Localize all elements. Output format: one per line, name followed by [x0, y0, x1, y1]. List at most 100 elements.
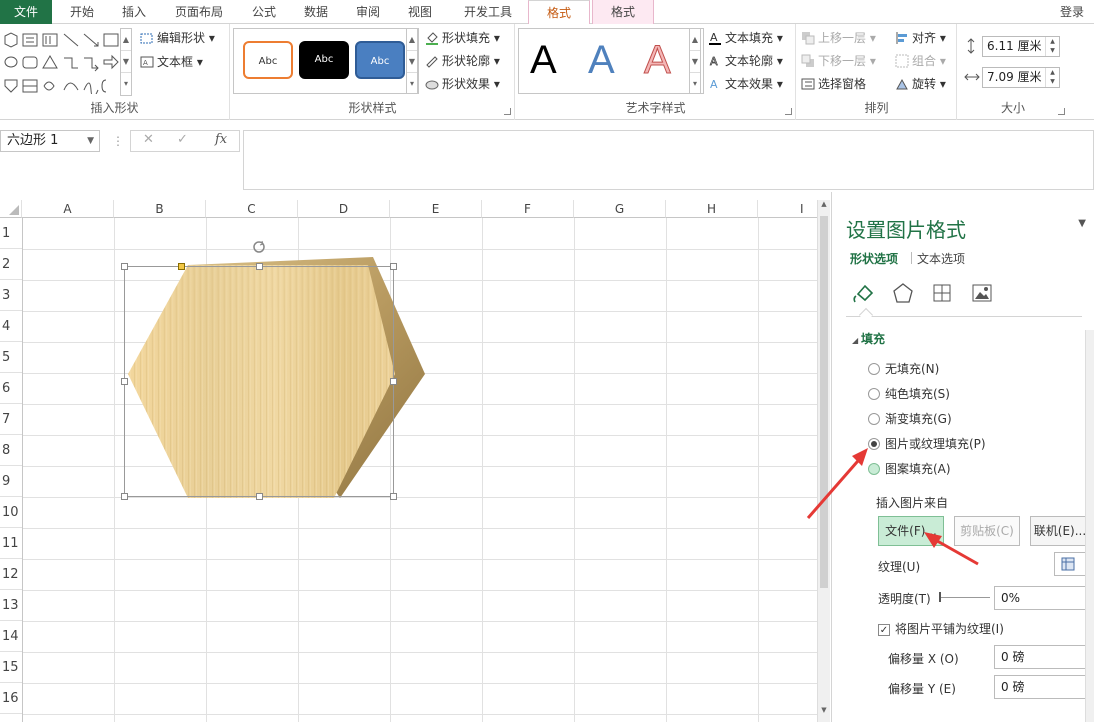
resize-handle[interactable]: [256, 263, 263, 270]
pane-scrollbar[interactable]: [1085, 330, 1094, 722]
edit-shape-button[interactable]: 编辑形状 ▾: [140, 28, 215, 48]
rotate-button[interactable]: 旋转 ▾: [895, 74, 946, 94]
resize-handle[interactable]: [390, 378, 397, 385]
style-swatch-blue[interactable]: Abc: [355, 41, 405, 79]
formula-input[interactable]: [243, 130, 1094, 190]
column-header[interactable]: B: [114, 200, 206, 218]
transparency-slider[interactable]: [940, 597, 990, 598]
row-header[interactable]: 2: [0, 249, 22, 280]
wordart-black[interactable]: A: [530, 38, 557, 83]
scroll-down-icon[interactable]: ▼: [818, 706, 830, 720]
select-all-corner[interactable]: [0, 200, 22, 218]
radio-gradient-fill[interactable]: 渐变填充(G): [868, 410, 952, 428]
resize-handle[interactable]: [256, 493, 263, 500]
adjust-handle[interactable]: [178, 263, 185, 270]
tab-format-drawing[interactable]: 格式: [528, 0, 590, 25]
transparency-slider-thumb[interactable]: [939, 592, 941, 602]
offset-y-input[interactable]: 0 磅: [994, 675, 1086, 699]
column-header[interactable]: D: [298, 200, 390, 218]
column-header[interactable]: E: [390, 200, 482, 218]
width-spinner[interactable]: ▲ ▼: [1045, 68, 1059, 87]
chevron-down-icon[interactable]: ▼: [87, 131, 94, 151]
texture-picker[interactable]: [1054, 552, 1088, 576]
rotate-handle-icon[interactable]: [251, 239, 267, 255]
worksheet-grid[interactable]: A B C D E F G H I 1 2 3 4 5 6 7 8 9 10 1…: [0, 200, 817, 722]
shape-gallery-scroll[interactable]: ▲ ▼ ▾: [120, 28, 132, 96]
column-header[interactable]: I: [758, 200, 817, 218]
radio-solid-fill[interactable]: 纯色填充(S): [868, 385, 950, 403]
row-header[interactable]: 10: [0, 497, 22, 528]
resize-handle[interactable]: [121, 263, 128, 270]
size-launcher-icon[interactable]: [1058, 108, 1065, 115]
tab-review[interactable]: 审阅: [346, 0, 390, 24]
row-header[interactable]: 14: [0, 621, 22, 652]
tab-text-options[interactable]: 文本选项: [917, 250, 965, 267]
resize-handle[interactable]: [390, 493, 397, 500]
row-header[interactable]: 6: [0, 373, 22, 404]
row-header[interactable]: 15: [0, 652, 22, 683]
align-button[interactable]: 对齐 ▾: [895, 28, 946, 48]
text-effects-button[interactable]: A 文本效果 ▾: [708, 74, 783, 94]
row-header[interactable]: 3: [0, 280, 22, 311]
send-backward-button[interactable]: 下移一层 ▾: [801, 51, 876, 71]
tab-file[interactable]: 文件: [0, 0, 52, 24]
column-header[interactable]: F: [482, 200, 574, 218]
picture-icon[interactable]: [971, 282, 993, 304]
style-gallery-scroll[interactable]: ▲ ▼ ▾: [406, 28, 418, 94]
style-swatch-orange-outline[interactable]: Abc: [243, 41, 293, 79]
offset-x-input[interactable]: 0 磅: [994, 645, 1086, 669]
insert-function-icon[interactable]: fx: [215, 132, 227, 147]
column-header[interactable]: A: [22, 200, 114, 218]
column-header[interactable]: C: [206, 200, 298, 218]
text-box-button[interactable]: A 文本框 ▾: [140, 52, 203, 72]
row-header[interactable]: 16: [0, 683, 22, 714]
shape-height-input[interactable]: 6.11 厘米 ▲ ▼: [982, 36, 1060, 57]
row-header[interactable]: 13: [0, 590, 22, 621]
tile-checkbox[interactable]: ✓ 将图片平铺为纹理(I): [878, 620, 1004, 637]
pane-options-icon[interactable]: ▼: [1078, 218, 1086, 229]
row-header[interactable]: 1: [0, 218, 22, 249]
transparency-input[interactable]: 0%: [994, 586, 1086, 610]
group-objects-button[interactable]: 组合 ▾: [895, 51, 946, 71]
shape-fill-button[interactable]: 形状填充 ▾: [425, 28, 500, 48]
radio-no-fill[interactable]: 无填充(N): [868, 360, 939, 378]
row-header[interactable]: 8: [0, 435, 22, 466]
wordart-launcher-icon[interactable]: [785, 108, 792, 115]
tab-shape-options[interactable]: 形状选项: [850, 250, 898, 267]
wordart-gallery-scroll[interactable]: ▲ ▼ ▾: [689, 28, 701, 94]
row-header[interactable]: 7: [0, 404, 22, 435]
tab-insert[interactable]: 插入: [112, 0, 156, 24]
scroll-up-icon[interactable]: ▲: [818, 200, 830, 214]
bring-forward-button[interactable]: 上移一层 ▾: [801, 28, 876, 48]
row-header[interactable]: 12: [0, 559, 22, 590]
text-fill-button[interactable]: A 文本填充 ▾: [708, 28, 783, 48]
fill-line-icon[interactable]: [852, 282, 876, 304]
shape-styles-launcher-icon[interactable]: [504, 108, 511, 115]
size-properties-icon[interactable]: [931, 282, 953, 304]
column-header[interactable]: G: [574, 200, 666, 218]
tab-developer[interactable]: 开发工具: [452, 0, 524, 24]
row-header[interactable]: 4: [0, 311, 22, 342]
login-link[interactable]: 登录: [1052, 0, 1092, 24]
row-header[interactable]: 9: [0, 466, 22, 497]
resize-handle[interactable]: [390, 263, 397, 270]
shape-gallery[interactable]: [2, 32, 132, 94]
shape-effects-button[interactable]: 形状效果 ▾: [425, 74, 500, 94]
tab-data[interactable]: 数据: [294, 0, 338, 24]
shape-width-input[interactable]: 7.09 厘米 ▲ ▼: [982, 67, 1060, 88]
tab-format-picture[interactable]: 格式: [592, 0, 654, 24]
tab-view[interactable]: 视图: [398, 0, 442, 24]
fill-section-header[interactable]: ◢ 填充: [852, 330, 885, 347]
style-swatch-black[interactable]: Abc: [299, 41, 349, 79]
row-header[interactable]: 11: [0, 528, 22, 559]
resize-handle[interactable]: [121, 378, 128, 385]
column-header[interactable]: H: [666, 200, 758, 218]
name-box[interactable]: 六边形 1 ▼: [0, 130, 100, 152]
row-header[interactable]: 5: [0, 342, 22, 373]
tab-home[interactable]: 开始: [60, 0, 104, 24]
online-button[interactable]: 联机(E)...: [1030, 516, 1090, 546]
wordart-red-outline[interactable]: A: [644, 38, 672, 83]
enter-icon[interactable]: ✓: [177, 132, 188, 147]
tab-page-layout[interactable]: 页面布局: [164, 0, 234, 24]
shape-outline-button[interactable]: 形状轮廓 ▾: [425, 51, 500, 71]
